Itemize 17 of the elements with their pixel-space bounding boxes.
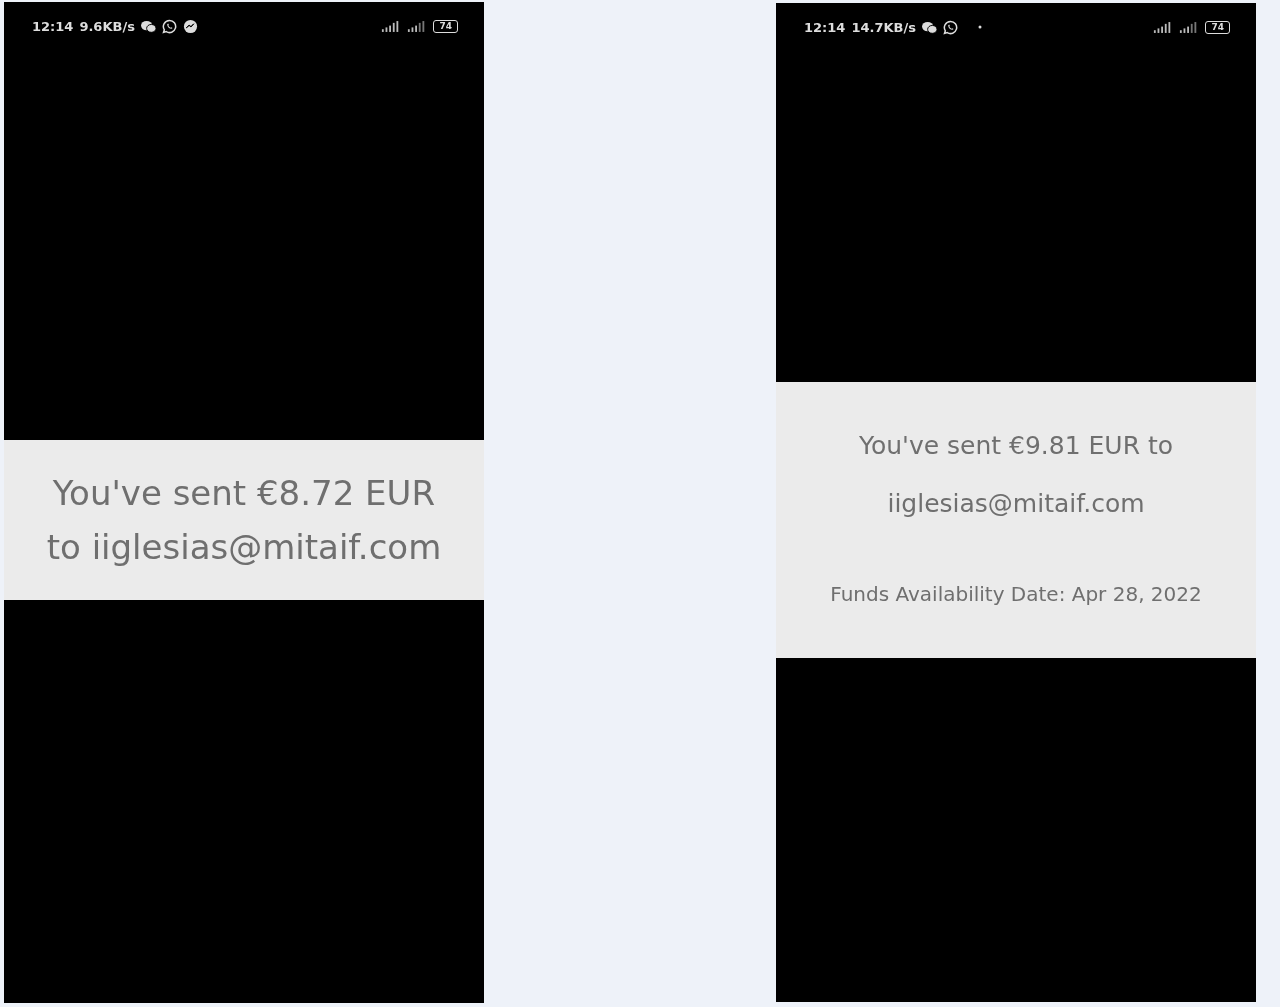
- message-text: iiglesias@mitaif.com: [887, 488, 1145, 520]
- message-text: You've sent €8.72 EUR: [52, 472, 436, 515]
- message-text: You've sent €9.81 EUR to: [858, 430, 1174, 462]
- battery-indicator: 74: [1205, 20, 1230, 34]
- phone-bubble-icon: [161, 18, 177, 34]
- network-speed: 14.7KB/s: [851, 19, 916, 35]
- status-time: 12:14: [32, 18, 74, 34]
- chat-bubble-icon: [182, 18, 198, 34]
- chat-bubbles-icon: [921, 19, 937, 35]
- funds-date-text: Funds Availability Date: Apr 28, 2022: [830, 581, 1202, 608]
- phone-bubble-icon: [942, 19, 958, 35]
- message-text: to iiglesias@mitaif.com: [46, 526, 442, 569]
- network-speed: 9.6KB/s: [79, 18, 135, 34]
- notification-dot: [977, 25, 982, 29]
- chat-bubbles-icon: [140, 18, 156, 34]
- status-time: 12:14: [804, 19, 846, 35]
- battery-indicator: 74: [433, 19, 458, 33]
